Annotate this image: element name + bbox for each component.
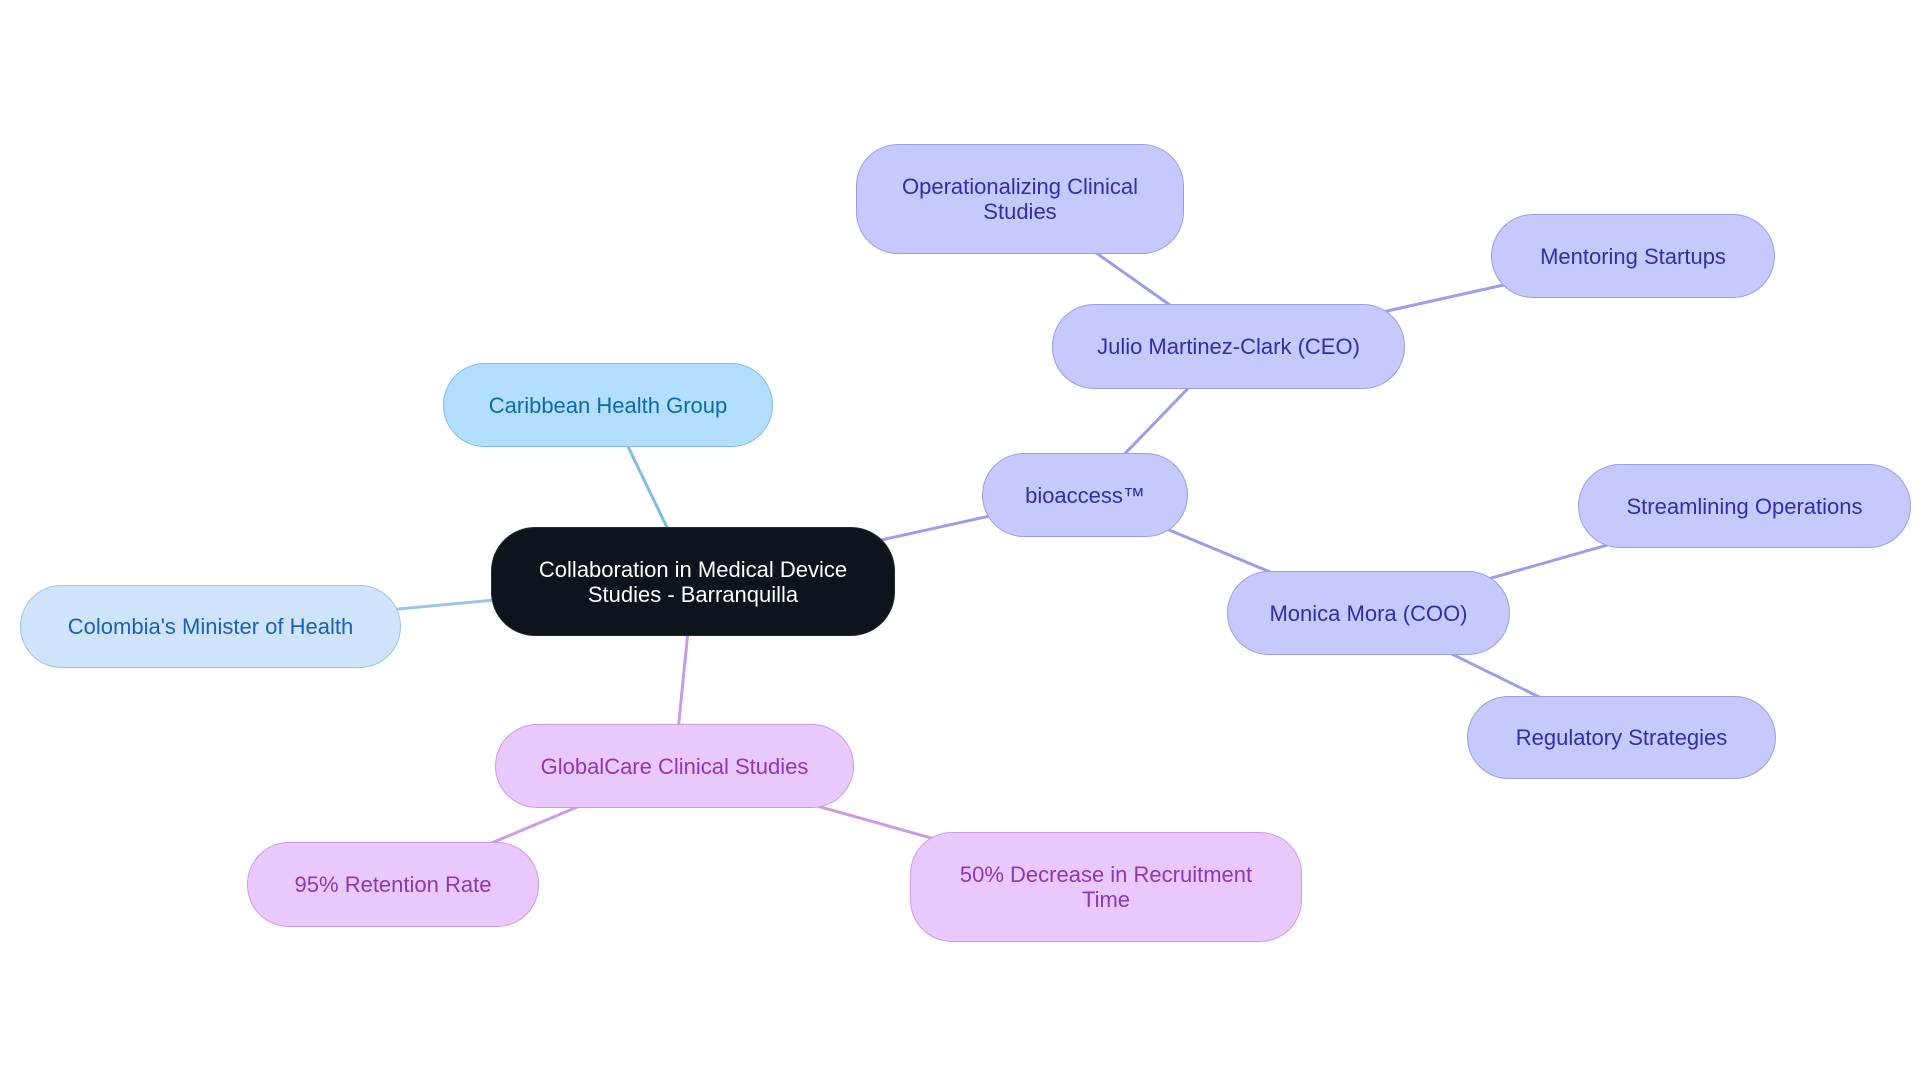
node-label: bioaccess™ <box>1025 482 1145 508</box>
node-operationalizing-clinical-studies[interactable]: Operationalizing Clinical Studies <box>856 144 1184 254</box>
node-label: 95% Retention Rate <box>294 872 492 897</box>
root-node-label: Collaboration in Medical Device Studies … <box>538 556 848 607</box>
node-globalcare-clinical-studies[interactable]: GlobalCare Clinical Studies <box>495 724 854 808</box>
node-label: GlobalCare Clinical Studies <box>540 753 809 779</box>
node-label: Operationalizing Clinical Studies <box>901 174 1138 224</box>
node-label: Monica Mora (COO) <box>1269 600 1468 626</box>
node-retention-rate[interactable]: 95% Retention Rate <box>247 842 539 927</box>
node-bioaccess[interactable]: bioaccess™ <box>982 453 1188 537</box>
node-streamlining-operations[interactable]: Streamlining Operations <box>1578 464 1911 548</box>
node-label: 50% Decrease in Recruitment Time <box>959 862 1253 912</box>
node-regulatory-strategies[interactable]: Regulatory Strategies <box>1467 696 1776 779</box>
node-label: Colombia's Minister of Health <box>67 614 354 639</box>
node-monica-mora[interactable]: Monica Mora (COO) <box>1227 571 1510 655</box>
node-colombia-minister-of-health[interactable]: Colombia's Minister of Health <box>20 585 401 668</box>
node-label: Mentoring Startups <box>1540 243 1726 269</box>
node-label: Caribbean Health Group <box>488 392 728 418</box>
node-mentoring-startups[interactable]: Mentoring Startups <box>1491 214 1775 298</box>
node-recruitment-time-decrease[interactable]: 50% Decrease in Recruitment Time <box>910 832 1302 942</box>
root-node[interactable]: Collaboration in Medical Device Studies … <box>491 527 895 636</box>
node-julio-martinez-clark[interactable]: Julio Martinez-Clark (CEO) <box>1052 304 1405 389</box>
node-label: Julio Martinez-Clark (CEO) <box>1097 334 1360 359</box>
node-caribbean-health-group[interactable]: Caribbean Health Group <box>443 363 773 447</box>
node-label: Regulatory Strategies <box>1515 725 1728 750</box>
node-label: Streamlining Operations <box>1626 493 1863 519</box>
